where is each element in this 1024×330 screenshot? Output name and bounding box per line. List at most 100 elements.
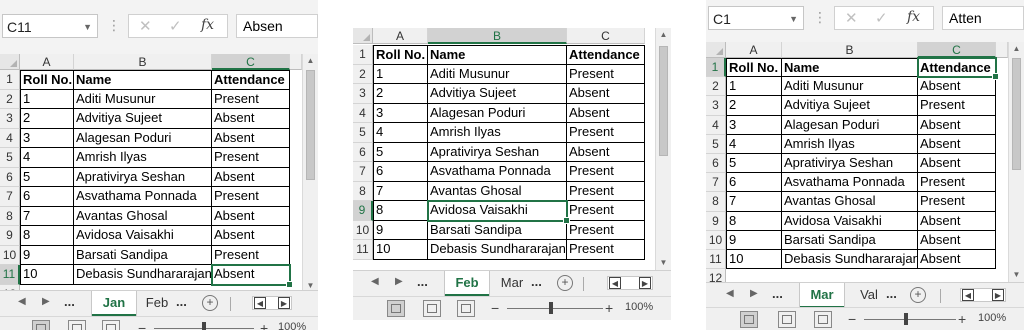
table-cell[interactable]: Avidosa Vaisakhi bbox=[428, 201, 567, 221]
table-cell[interactable]: Name bbox=[74, 70, 212, 90]
horizontal-scrollbar[interactable]: ◀ ▶ bbox=[252, 296, 292, 310]
table-cell[interactable]: Debasis Sundhararajan bbox=[428, 240, 567, 260]
column-header-b[interactable]: B bbox=[74, 54, 212, 70]
row-header[interactable]: 2 bbox=[706, 77, 726, 97]
scroll-right-icon[interactable]: ▶ bbox=[992, 289, 1004, 301]
table-cell[interactable]: Present bbox=[567, 123, 645, 143]
table-cell[interactable]: Present bbox=[567, 201, 645, 221]
table-cell[interactable]: 7 bbox=[20, 206, 74, 226]
row-header[interactable]: 3 bbox=[353, 84, 373, 104]
prev-sheet-icon[interactable]: ◀ bbox=[371, 276, 379, 287]
column-header-a[interactable]: A bbox=[20, 54, 74, 70]
row-header[interactable]: 10 bbox=[706, 230, 726, 250]
page-layout-view-icon[interactable] bbox=[778, 311, 796, 328]
table-cell[interactable]: Attendance bbox=[212, 70, 290, 90]
scroll-left-icon[interactable]: ◀ bbox=[962, 289, 974, 301]
enter-icon[interactable]: ✓ bbox=[169, 17, 182, 35]
table-cell[interactable]: Avantas Ghosal bbox=[428, 181, 567, 201]
tab-mar[interactable]: Mar bbox=[497, 271, 527, 296]
row-header[interactable]: 5 bbox=[0, 148, 20, 168]
table-cell[interactable]: Amrish Ilyas bbox=[74, 148, 212, 168]
column-header-d[interactable] bbox=[996, 42, 1008, 58]
tab-feb[interactable]: Feb bbox=[445, 271, 489, 296]
table-cell[interactable]: Advitiya Sujeet bbox=[74, 109, 212, 129]
table-cell[interactable]: 5 bbox=[373, 142, 428, 162]
table-cell[interactable]: Amrish Ilyas bbox=[782, 134, 918, 154]
more-sheets-left-button[interactable]: ... bbox=[417, 274, 428, 289]
zoom-slider-knob[interactable] bbox=[549, 302, 553, 314]
table-cell[interactable]: 4 bbox=[373, 123, 428, 143]
table-cell[interactable]: Name bbox=[428, 45, 567, 65]
table-cell[interactable]: Avantas Ghosal bbox=[782, 192, 918, 212]
name-box[interactable]: C11 ▼ bbox=[2, 14, 98, 38]
scroll-left-icon[interactable]: ◀ bbox=[609, 277, 621, 289]
row-header[interactable]: 7 bbox=[706, 173, 726, 193]
scroll-up-arrow-icon[interactable]: ▲ bbox=[1009, 42, 1024, 56]
prev-sheet-icon[interactable]: ◀ bbox=[726, 288, 734, 299]
table-cell[interactable]: 6 bbox=[20, 187, 74, 207]
table-cell[interactable]: Debasis Sundhararajan bbox=[782, 250, 918, 270]
page-break-view-icon[interactable] bbox=[457, 300, 475, 317]
select-all-button[interactable] bbox=[0, 54, 20, 70]
page-layout-view-icon[interactable] bbox=[423, 300, 441, 317]
table-cell[interactable]: 2 bbox=[20, 109, 74, 129]
vertical-scrollbar[interactable]: ▲ ▼ bbox=[1008, 42, 1024, 282]
table-cell[interactable]: Aprativirya Seshan bbox=[74, 167, 212, 187]
add-sheet-icon[interactable]: + bbox=[910, 287, 926, 303]
table-cell[interactable]: Name bbox=[782, 58, 918, 78]
row-header[interactable]: 8 bbox=[0, 206, 20, 226]
table-cell[interactable]: Present bbox=[918, 96, 996, 116]
page-layout-view-icon[interactable] bbox=[68, 320, 86, 330]
row-header[interactable]: 1 bbox=[353, 45, 373, 65]
select-all-button[interactable] bbox=[353, 28, 373, 44]
table-cell[interactable]: 8 bbox=[726, 211, 782, 231]
row-header[interactable]: 9 bbox=[0, 226, 20, 246]
zoom-slider-knob[interactable] bbox=[904, 313, 908, 325]
add-sheet-icon[interactable]: + bbox=[202, 295, 218, 311]
table-cell[interactable]: Alagesan Poduri bbox=[782, 115, 918, 135]
table-cell[interactable]: 4 bbox=[726, 134, 782, 154]
zoom-in-icon[interactable]: + bbox=[958, 311, 966, 327]
table-cell[interactable]: Present bbox=[567, 162, 645, 182]
column-header-a[interactable]: A bbox=[726, 42, 782, 58]
add-sheet-icon[interactable]: + bbox=[557, 275, 573, 291]
table-cell[interactable]: Absent bbox=[918, 115, 996, 135]
normal-view-icon[interactable] bbox=[387, 300, 405, 317]
table-cell[interactable]: Present bbox=[567, 64, 645, 84]
scroll-right-icon[interactable]: ▶ bbox=[278, 297, 290, 309]
zoom-out-icon[interactable]: − bbox=[138, 320, 146, 330]
table-cell[interactable]: 9 bbox=[726, 230, 782, 250]
insert-function-icon[interactable]: fx bbox=[201, 17, 214, 33]
select-all-button[interactable] bbox=[706, 42, 726, 58]
table-cell[interactable]: 2 bbox=[373, 84, 428, 104]
scroll-thumb[interactable] bbox=[306, 70, 315, 180]
horizontal-scrollbar[interactable]: ◀ ▶ bbox=[960, 288, 1006, 302]
table-cell[interactable]: Aditi Musunur bbox=[782, 77, 918, 97]
table-cell[interactable]: 5 bbox=[726, 154, 782, 174]
page-break-view-icon[interactable] bbox=[814, 311, 832, 328]
table-cell[interactable]: Advitiya Sujeet bbox=[782, 96, 918, 116]
row-header[interactable]: 3 bbox=[706, 96, 726, 116]
row-header[interactable]: 8 bbox=[353, 181, 373, 201]
scroll-right-icon[interactable]: ▶ bbox=[639, 277, 651, 289]
enter-icon[interactable]: ✓ bbox=[875, 9, 888, 27]
zoom-level[interactable]: 100% bbox=[625, 301, 653, 313]
row-header[interactable]: 5 bbox=[706, 134, 726, 154]
row-header[interactable]: 2 bbox=[353, 64, 373, 84]
cancel-icon[interactable]: ✕ bbox=[845, 9, 858, 27]
row-header[interactable]: 10 bbox=[353, 220, 373, 240]
row-header[interactable]: 1 bbox=[0, 70, 20, 90]
table-cell[interactable]: Absent bbox=[567, 103, 645, 123]
zoom-slider[interactable] bbox=[507, 308, 603, 309]
tab-mar[interactable]: Mar bbox=[800, 283, 844, 308]
tab-jan[interactable]: Jan bbox=[92, 291, 136, 316]
zoom-slider[interactable] bbox=[864, 319, 956, 320]
table-cell[interactable]: Absent bbox=[918, 154, 996, 174]
table-cell[interactable]: Roll No. bbox=[373, 45, 428, 65]
more-sheets-left-button[interactable]: ... bbox=[772, 286, 783, 301]
row-header[interactable]: 6 bbox=[706, 154, 726, 174]
table-cell[interactable]: 7 bbox=[726, 192, 782, 212]
normal-view-icon[interactable] bbox=[740, 311, 758, 328]
table-cell[interactable]: Asvathama Ponnada bbox=[74, 187, 212, 207]
table-cell[interactable]: Absent bbox=[212, 128, 290, 148]
